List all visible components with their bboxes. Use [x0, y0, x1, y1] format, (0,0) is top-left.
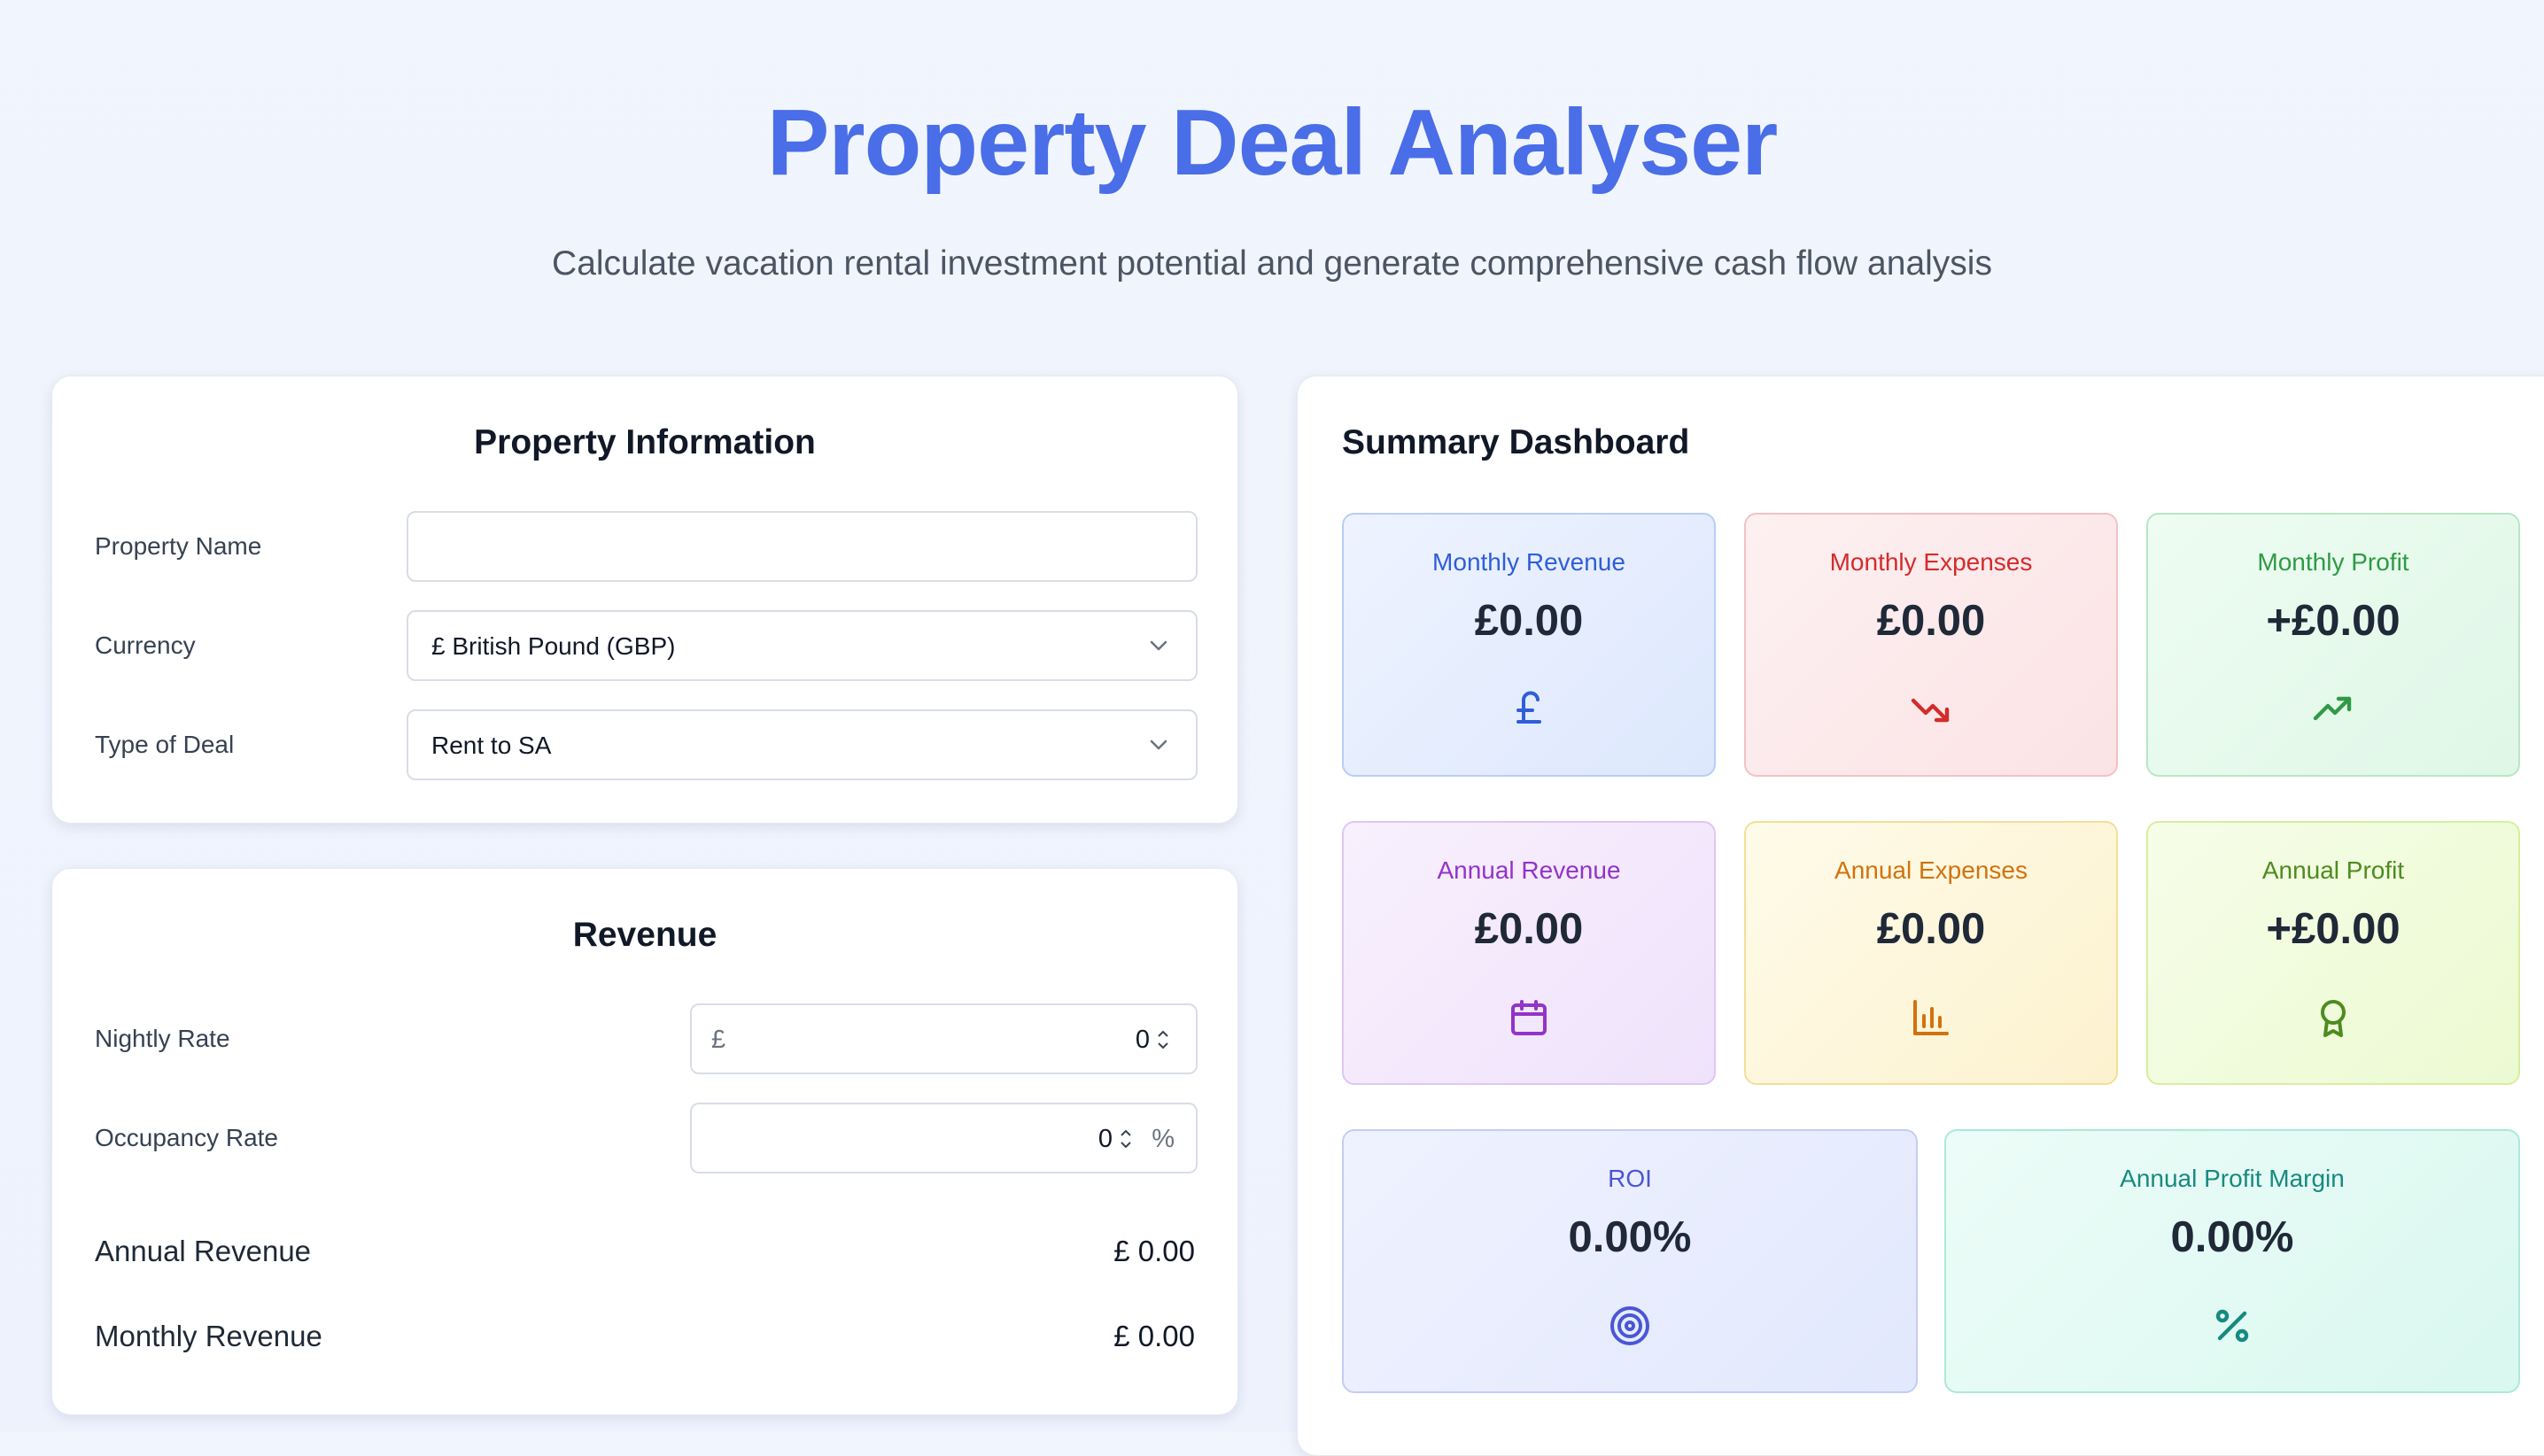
metric-value: +£0.00	[2266, 905, 2401, 953]
currency-label: Currency	[95, 631, 196, 659]
trending-down-icon	[1911, 698, 1950, 723]
metric-annual-profit: Annual Profit +£0.00	[2146, 821, 2520, 1085]
annual-revenue-label: Annual Revenue	[95, 1235, 312, 1267]
metric-label: ROI	[1608, 1165, 1652, 1192]
number-spinner-icon[interactable]	[1157, 1028, 1169, 1051]
number-spinner-icon[interactable]	[1120, 1127, 1132, 1150]
metric-value: £0.00	[1876, 597, 1986, 645]
page-title: Property Deal Analyser	[766, 90, 1779, 195]
deal-type-select[interactable]: Rent to SA	[407, 709, 1198, 780]
annual-revenue-value: £ 0.00	[1113, 1235, 1195, 1267]
summary-dashboard-card: Summary Dashboard Monthly Revenue £0.00 …	[1297, 376, 2544, 1456]
metric-annual-profit-margin: Annual Profit Margin 0.00%	[1944, 1129, 2520, 1393]
currency-prefix: £	[711, 1026, 726, 1054]
metric-monthly-revenue: Monthly Revenue £0.00	[1342, 513, 1716, 777]
metric-value: £0.00	[1474, 905, 1584, 953]
property-information-card: Property Information Property Name Curre…	[51, 376, 1238, 824]
currency-select[interactable]: £ British Pound (GBP)	[407, 610, 1198, 681]
deal-type-label: Type of Deal	[95, 731, 235, 758]
property-name-label: Property Name	[95, 532, 262, 560]
revenue-title: Revenue	[572, 916, 717, 954]
metric-value: £0.00	[1876, 905, 1986, 953]
bar-chart-icon	[1913, 1000, 1949, 1035]
monthly-revenue-value: £ 0.00	[1113, 1320, 1195, 1352]
summary-dashboard-title: Summary Dashboard	[1342, 423, 1690, 461]
monthly-revenue-label: Monthly Revenue	[95, 1320, 322, 1352]
metric-value: 0.00%	[1568, 1213, 1692, 1261]
currency-selected-value: £ British Pound (GBP)	[431, 632, 676, 660]
metric-monthly-profit: Monthly Profit +£0.00	[2146, 513, 2520, 777]
award-icon	[2321, 1000, 2346, 1037]
revenue-card: Revenue Nightly Rate £ 0 Occupancy Rate …	[51, 868, 1238, 1415]
occupancy-rate-label: Occupancy Rate	[95, 1124, 278, 1151]
chevron-down-icon	[1150, 640, 1167, 651]
chevron-down-icon	[1150, 740, 1167, 750]
metric-label: Monthly Expenses	[1829, 548, 2033, 576]
metric-label: Annual Profit Margin	[2120, 1165, 2345, 1192]
metric-label: Annual Expenses	[1834, 856, 2028, 884]
metric-value: +£0.00	[2266, 597, 2401, 645]
metric-annual-expenses: Annual Expenses £0.00	[1744, 821, 2118, 1085]
trending-up-icon	[2313, 696, 2352, 721]
metric-label: Monthly Profit	[2257, 548, 2409, 576]
metric-value: 0.00%	[2170, 1213, 2294, 1261]
metric-value: £0.00	[1474, 597, 1584, 645]
metric-label: Monthly Revenue	[1432, 548, 1625, 576]
nightly-rate-label: Nightly Rate	[95, 1025, 230, 1052]
metric-monthly-expenses: Monthly Expenses £0.00	[1744, 513, 2118, 777]
property-information-title: Property Information	[474, 423, 816, 461]
target-icon	[1610, 1306, 1649, 1345]
nightly-rate-value: 0	[1135, 1026, 1150, 1054]
percent-icon	[2215, 1309, 2249, 1343]
deal-type-selected-value: Rent to SA	[431, 732, 552, 759]
metric-annual-revenue: Annual Revenue £0.00	[1342, 821, 1716, 1085]
occupancy-rate-input[interactable]: 0 %	[690, 1103, 1198, 1173]
metric-label: Annual Profit	[2261, 856, 2405, 884]
calendar-icon	[1511, 1000, 1547, 1035]
percent-suffix: %	[1152, 1125, 1175, 1153]
property-name-input[interactable]	[407, 511, 1198, 582]
metric-label: Annual Revenue	[1437, 856, 1621, 884]
pound-icon	[1516, 691, 1541, 724]
metric-roi: ROI 0.00%	[1342, 1129, 1918, 1393]
occupancy-rate-value: 0	[1097, 1125, 1113, 1153]
nightly-rate-input[interactable]: £ 0	[690, 1003, 1198, 1074]
page-subtitle: Calculate vacation rental investment pot…	[552, 244, 1992, 283]
